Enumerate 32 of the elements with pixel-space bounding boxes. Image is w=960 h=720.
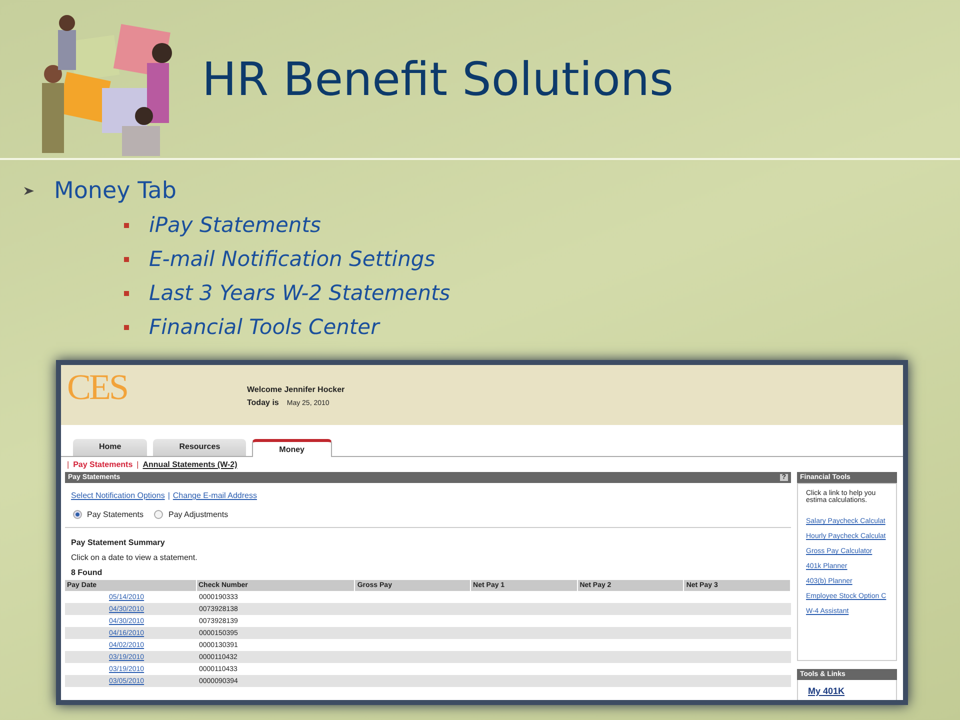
radio-button[interactable] [154, 510, 164, 519]
section-title: Pay Statement Summary [70, 537, 166, 549]
tool-link[interactable]: My 401K [798, 680, 896, 700]
bullet-text: Last 3 Years W-2 Statements [149, 281, 450, 305]
subnav-link[interactable]: Annual Statements (W-2) [142, 460, 238, 469]
bullet-square-icon [124, 290, 129, 296]
bullet-square-icon [124, 222, 129, 228]
radio-label: Pay Statements [87, 510, 144, 519]
subnav-link[interactable]: Pay Statements [73, 460, 133, 469]
welcome-text: Welcome Jennifer Hocker [247, 385, 345, 394]
bullet-square-icon [124, 256, 129, 262]
nav-tab[interactable]: Home [73, 439, 148, 456]
radio-button[interactable] [73, 510, 82, 519]
bullet-text: E-mail Notification Settings [149, 247, 436, 271]
link[interactable]: Select Notification Options [71, 491, 165, 500]
nav-tab[interactable]: Money [252, 439, 332, 457]
bullet-square-icon [124, 324, 129, 330]
radio-label: Pay Adjustments [168, 510, 228, 519]
bullet-text: Money Tab [54, 178, 177, 204]
nav-tab[interactable]: Resources [153, 439, 246, 456]
result-count: 8 Found [70, 568, 104, 579]
separator-text: | [136, 460, 139, 469]
separator-text: | [168, 491, 170, 500]
bullet-text: iPay Statements [149, 213, 321, 237]
bullet-arrow-icon [24, 187, 34, 195]
slide-title: HR Benefit Solutions [202, 52, 674, 106]
separator-text: | [67, 460, 70, 469]
instruction-text: Click on a date to view a statement. [70, 552, 198, 564]
date-label: Today is [247, 398, 279, 407]
bullet-text: Financial Tools Center [149, 315, 380, 339]
company-logo: CES [66, 366, 128, 409]
link[interactable]: Change E-mail Address [172, 491, 257, 500]
